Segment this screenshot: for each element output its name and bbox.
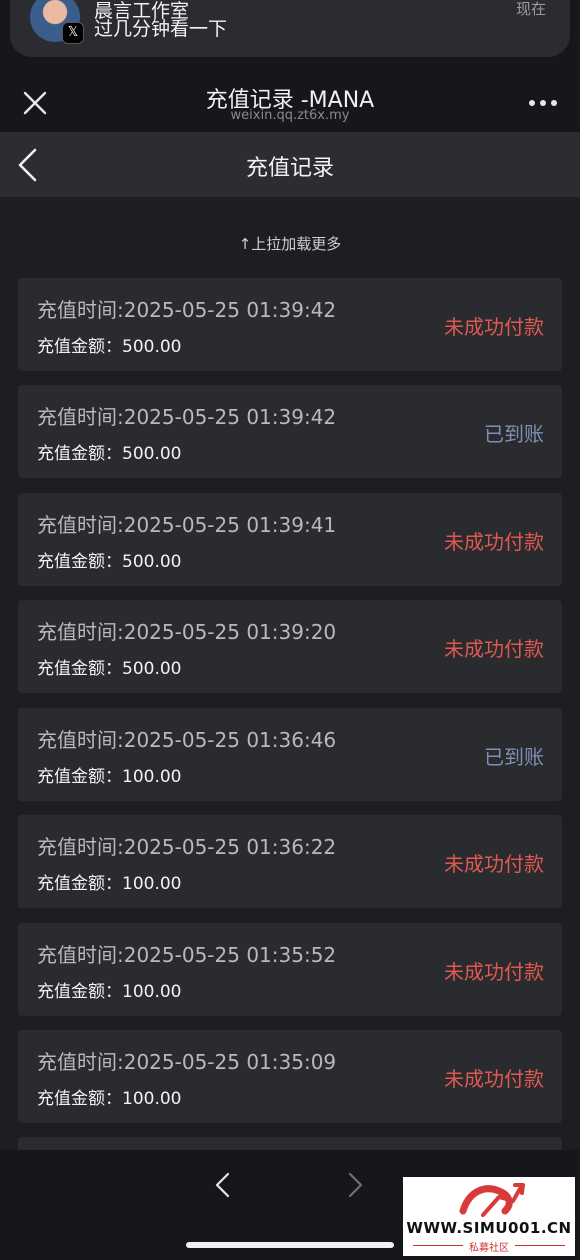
record-list[interactable]: ↑上拉加载更多 充值时间:2025-05-25 01:39:42 充值金额：50…	[0, 197, 580, 1152]
watermark-subtitle: 私募社区	[469, 1243, 509, 1254]
watermark-url: WWW.SIMU001.CN	[406, 1219, 572, 1237]
amount-value: 100.00	[122, 874, 182, 894]
amount-value: 100.00	[122, 982, 182, 1002]
more-icon[interactable]	[528, 98, 558, 108]
watermark: WWW.SIMU001.CN 私募社区	[403, 1177, 575, 1256]
record-time: 充值时间:2025-05-25 01:35:52	[37, 943, 337, 967]
amount-value: 500.00	[122, 337, 182, 357]
record-time: 充值时间:2025-05-25 01:36:22	[37, 835, 337, 859]
record-item[interactable]: 充值时间:2025-05-25 01:36:22 充值金额：100.00 未成功…	[18, 815, 562, 908]
record-status: 已到账	[484, 745, 544, 769]
watermark-divider	[515, 1245, 565, 1246]
record-status: 未成功付款	[444, 315, 544, 339]
record-status: 未成功付款	[444, 960, 544, 984]
record-amount: 充值金额：500.00	[37, 332, 181, 357]
amount-value: 100.00	[122, 767, 182, 787]
amount-value: 500.00	[122, 552, 182, 572]
app-nav-bar: 充值记录	[0, 132, 580, 197]
record-amount: 充值金额：500.00	[37, 654, 181, 679]
record-amount: 充值金额：500.00	[37, 547, 181, 572]
record-item[interactable]: 充值时间:2025-05-25 01:39:42 充值金额：500.00 已到账	[18, 385, 562, 478]
record-time: 充值时间:2025-05-25 01:39:42	[37, 298, 337, 322]
record-time: 充值时间:2025-05-25 01:39:41	[37, 513, 337, 537]
amount-label: 充值金额：	[37, 337, 122, 357]
amount-label: 充值金额：	[37, 767, 122, 787]
record-time: 充值时间:2025-05-25 01:39:20	[37, 620, 337, 644]
record-item[interactable]: 充值时间:2025-05-25 01:35:09 充值金额：100.00 未成功…	[18, 1030, 562, 1123]
record-status: 未成功付款	[444, 530, 544, 554]
amount-value: 500.00	[122, 444, 182, 464]
amount-label: 充值金额：	[37, 552, 122, 572]
record-item[interactable]: 充值时间:2025-05-25 01:35:52 充值金额：100.00 未成功…	[18, 923, 562, 1016]
amount-value: 500.00	[122, 659, 182, 679]
page-title: 充值记录	[245, 156, 334, 181]
amount-value: 100.00	[122, 1089, 182, 1109]
record-time: 充值时间:2025-05-25 01:35:09	[37, 1050, 337, 1074]
pull-to-load-hint[interactable]: ↑上拉加载更多	[0, 233, 580, 254]
amount-label: 充值金额：	[37, 659, 122, 679]
simu-logo-icon	[459, 1183, 525, 1217]
chevron-right-icon[interactable]	[346, 1172, 364, 1198]
record-time: 充值时间:2025-05-25 01:39:42	[37, 405, 337, 429]
browser-url: weixin.qq.zt6x.my	[230, 108, 350, 123]
home-indicator[interactable]	[186, 1242, 394, 1248]
amount-label: 充值金额：	[37, 874, 122, 894]
record-amount: 充值金额：500.00	[37, 439, 181, 464]
notification-time: 现在	[515, 0, 546, 18]
notification-banner[interactable]: 𝕏 晨言工作室 过几分钟看一下 现在	[10, 0, 570, 57]
x-app-icon: 𝕏	[62, 22, 84, 44]
record-amount: 充值金额：100.00	[37, 869, 181, 894]
chevron-left-icon[interactable]	[214, 1172, 232, 1198]
record-status: 未成功付款	[444, 1067, 544, 1091]
notification-body: 过几分钟看一下	[94, 18, 228, 40]
browser-header: 充值记录 -MANA weixin.qq.zt6x.my	[0, 70, 580, 132]
record-item[interactable]: 充值时间:2025-05-25 01:36:46 充值金额：100.00 已到账	[18, 708, 562, 801]
record-item[interactable]: 充值时间:2025-05-25 01:39:42 充值金额：500.00 未成功…	[18, 278, 562, 371]
record-status: 未成功付款	[444, 637, 544, 661]
record-amount: 充值金额：100.00	[37, 1084, 181, 1109]
record-amount: 充值金额：100.00	[37, 762, 181, 787]
record-item[interactable]: 充值时间:2025-05-25 01:39:41 充值金额：500.00 未成功…	[18, 493, 562, 586]
record-time: 充值时间:2025-05-25 01:36:46	[37, 728, 337, 752]
record-item[interactable]: 充值时间:2025-05-25 01:39:20 充值金额：500.00 未成功…	[18, 600, 562, 693]
amount-label: 充值金额：	[37, 444, 122, 464]
record-amount: 充值金额：100.00	[37, 977, 181, 1002]
record-status: 已到账	[484, 422, 544, 446]
amount-label: 充值金额：	[37, 1089, 122, 1109]
record-status: 未成功付款	[444, 852, 544, 876]
amount-label: 充值金额：	[37, 982, 122, 1002]
